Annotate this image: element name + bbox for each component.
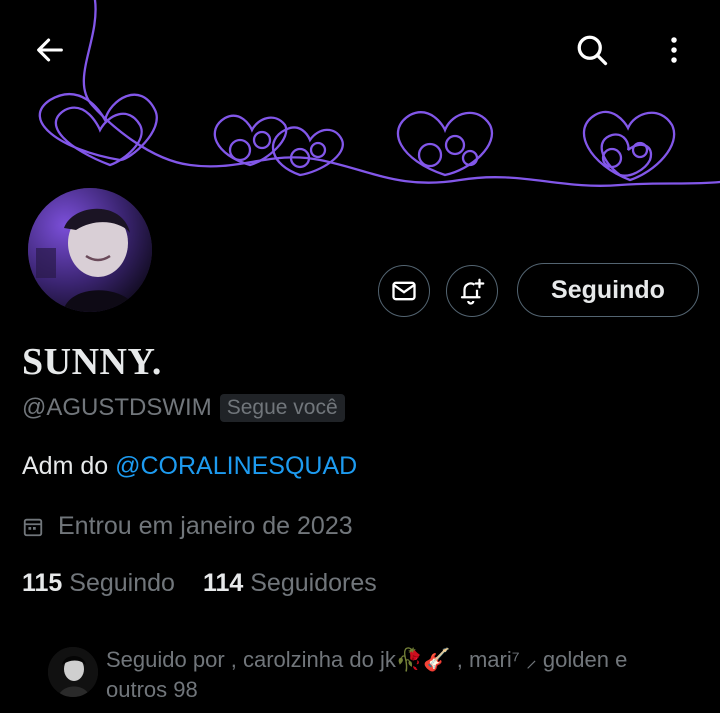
profile-avatar[interactable]	[24, 184, 156, 316]
bio-mention-link[interactable]: @CORALINESQUAD	[115, 452, 357, 480]
following-count: 115	[22, 569, 63, 597]
display-name: SUNNY.	[22, 341, 162, 383]
bell-plus-icon	[460, 278, 485, 305]
followed-by-section[interactable]: Seguido por , carolzinha do jk🥀🎸 , mari⁷…	[48, 645, 706, 705]
notifications-button[interactable]	[446, 265, 498, 317]
search-icon	[577, 35, 608, 66]
bio: Adm do @CORALINESQUAD	[22, 452, 357, 481]
followed-by-line2: outros 98	[106, 677, 198, 702]
arrow-left-icon	[37, 38, 63, 62]
followers-count: 114	[202, 569, 244, 597]
avatar-image	[28, 188, 152, 312]
joined-text: Entrou em janeiro de 2023	[58, 512, 353, 540]
following-label: Seguindo	[69, 569, 175, 597]
back-button[interactable]	[26, 26, 74, 74]
followed-by-text: Seguido por , carolzinha do jk🥀🎸 , mari⁷…	[106, 645, 706, 705]
followers-label: Seguidores	[250, 569, 377, 597]
message-button[interactable]	[378, 265, 430, 317]
envelope-icon	[392, 281, 416, 301]
calendar-icon	[23, 518, 43, 536]
mutual-avatar	[48, 647, 98, 697]
followers-count-link[interactable]: 114 Seguidores	[203, 569, 377, 598]
following-count-link[interactable]: 115 Seguindo	[22, 569, 175, 598]
follows-you-badge: Segue você	[219, 394, 345, 422]
search-button[interactable]	[568, 26, 616, 74]
follow-counts: 115 Seguindo 114 Seguidores	[22, 569, 405, 598]
handle: @AGUSTDSWIM	[22, 394, 212, 421]
more-options-button[interactable]	[650, 26, 698, 74]
handle-row: @AGUSTDSWIM Segue você	[22, 394, 345, 422]
more-vertical-icon	[671, 37, 677, 63]
bio-text: Adm do	[22, 452, 116, 480]
joined-date: Entrou em janeiro de 2023	[22, 512, 353, 541]
followed-by-line1: Seguido por , carolzinha do jk🥀🎸 , mari⁷…	[106, 647, 628, 672]
following-button[interactable]: Seguindo	[517, 263, 699, 317]
